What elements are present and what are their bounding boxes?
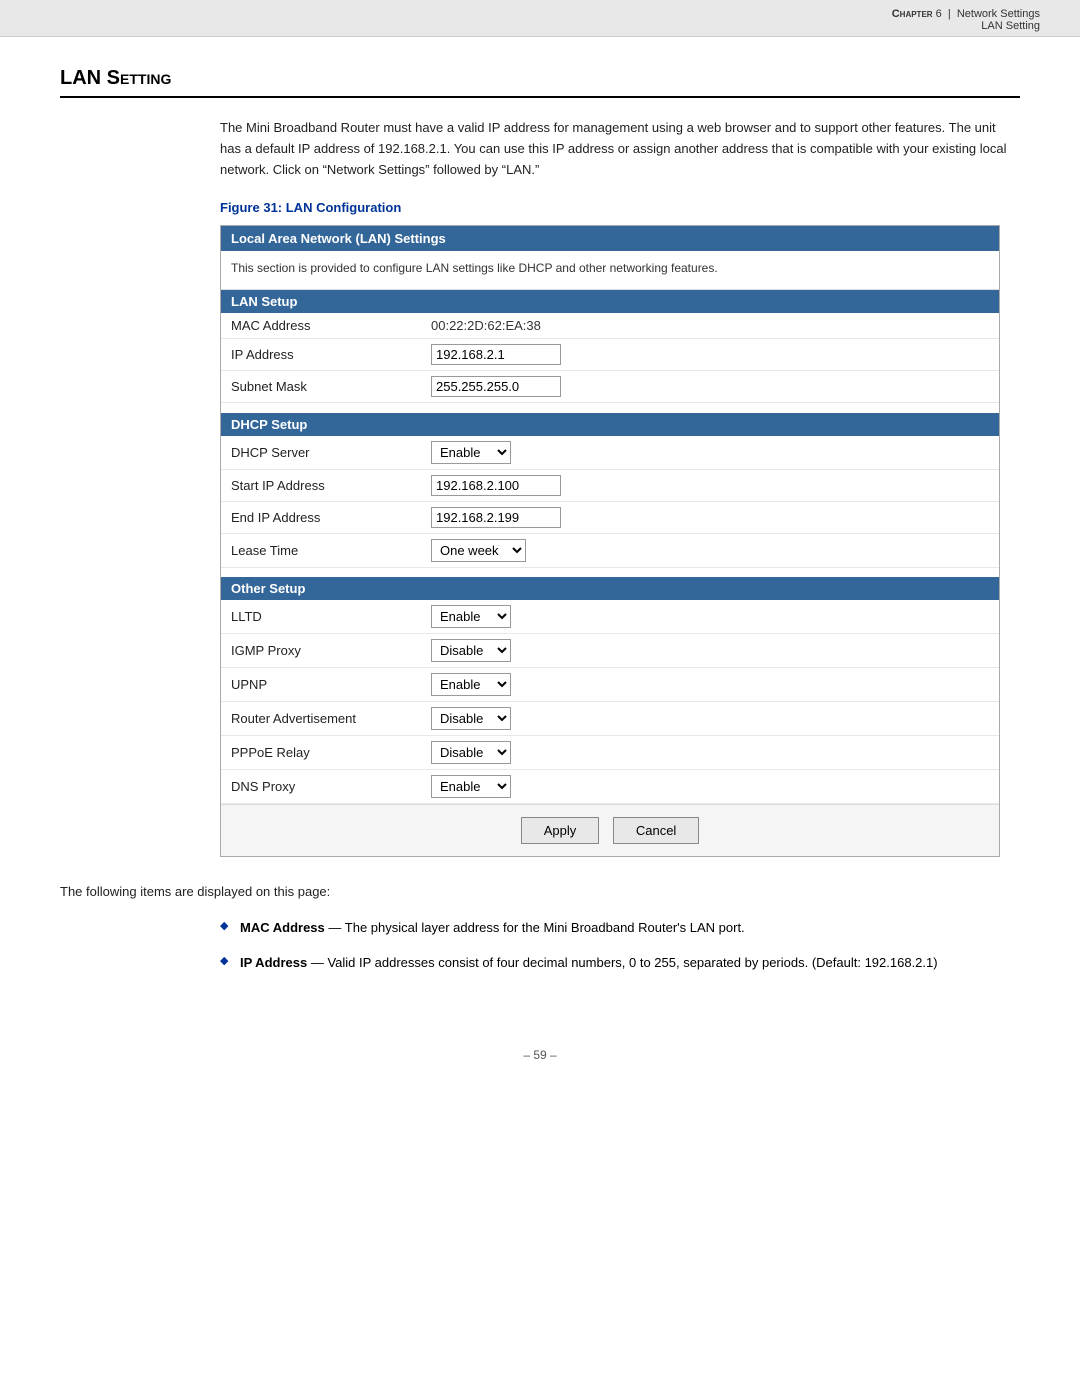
dns-select[interactable]: Enable Disable <box>431 775 511 798</box>
table-row: DHCP Server Enable Disable <box>221 436 999 470</box>
pppoe-label: PPPoE Relay <box>221 736 421 770</box>
table-row: IP Address <box>221 339 999 371</box>
spacer <box>221 403 999 413</box>
other-setup-header: Other Setup <box>221 577 999 600</box>
igmp-label: IGMP Proxy <box>221 634 421 668</box>
table-row: Start IP Address <box>221 469 999 501</box>
end-ip-label: End IP Address <box>221 501 421 533</box>
router-adv-label: Router Advertisement <box>221 702 421 736</box>
lan-description: This section is provided to configure LA… <box>221 251 999 290</box>
start-ip-cell <box>421 469 999 501</box>
bullet-term-mac: MAC Address <box>240 920 325 935</box>
router-adv-select[interactable]: Enable Disable <box>431 707 511 730</box>
igmp-select[interactable]: Enable Disable <box>431 639 511 662</box>
chapter-label: Chapter <box>892 8 933 20</box>
ip-value-cell <box>421 339 999 371</box>
router-adv-cell: Enable Disable <box>421 702 999 736</box>
bullet-desc-ip: — Valid IP addresses consist of four dec… <box>311 955 938 970</box>
list-item: MAC Address — The physical layer address… <box>220 918 1020 939</box>
dhcp-server-label: DHCP Server <box>221 436 421 470</box>
table-row: Lease Time One week One day One hour Two… <box>221 533 999 567</box>
upnp-select[interactable]: Enable Disable <box>431 673 511 696</box>
section-title: LAN Setting <box>60 67 1020 98</box>
ip-label: IP Address <box>221 339 421 371</box>
bullet-list: MAC Address — The physical layer address… <box>220 918 1020 974</box>
page-footer: – 59 – <box>0 1028 1080 1072</box>
lan-main-header: Local Area Network (LAN) Settings <box>221 226 999 251</box>
table-row: PPPoE Relay Enable Disable <box>221 736 999 770</box>
page-header: Chapter 6 | Network Settings LAN Setting <box>0 0 1080 37</box>
end-ip-input[interactable] <box>431 507 561 528</box>
subnet-mask-input[interactable] <box>431 376 561 397</box>
lease-time-cell: One week One day One hour Two weeks <box>421 533 999 567</box>
lease-time-label: Lease Time <box>221 533 421 567</box>
pppoe-cell: Enable Disable <box>421 736 999 770</box>
page-content: LAN Setting The Mini Broadband Router mu… <box>0 37 1080 1028</box>
table-row: DNS Proxy Enable Disable <box>221 770 999 804</box>
start-ip-label: Start IP Address <box>221 469 421 501</box>
chapter-line: Chapter 6 | Network Settings <box>40 8 1040 20</box>
lan-config-container: Local Area Network (LAN) Settings This s… <box>220 225 1000 857</box>
mac-value: 00:22:2D:62:EA:38 <box>421 313 999 339</box>
ip-address-input[interactable] <box>431 344 561 365</box>
dhcp-server-cell: Enable Disable <box>421 436 999 470</box>
mac-label: MAC Address <box>221 313 421 339</box>
spacer <box>221 567 999 577</box>
header-section: Network Settings <box>957 8 1040 20</box>
lease-time-select[interactable]: One week One day One hour Two weeks <box>431 539 526 562</box>
dns-cell: Enable Disable <box>421 770 999 804</box>
lltd-select[interactable]: Enable Disable <box>431 605 511 628</box>
lltd-label: LLTD <box>221 600 421 634</box>
table-row: UPNP Enable Disable <box>221 668 999 702</box>
table-row: Subnet Mask <box>221 371 999 403</box>
upnp-label: UPNP <box>221 668 421 702</box>
dhcp-server-select[interactable]: Enable Disable <box>431 441 511 464</box>
table-row: MAC Address 00:22:2D:62:EA:38 <box>221 313 999 339</box>
apply-button[interactable]: Apply <box>521 817 600 844</box>
dns-label: DNS Proxy <box>221 770 421 804</box>
lan-setup-header: LAN Setup <box>221 290 999 313</box>
subnet-value-cell <box>421 371 999 403</box>
table-row: IGMP Proxy Enable Disable <box>221 634 999 668</box>
intro-paragraph: The Mini Broadband Router must have a va… <box>220 118 1020 180</box>
list-item: IP Address — Valid IP addresses consist … <box>220 953 1020 974</box>
settings-table: LAN Setup MAC Address 00:22:2D:62:EA:38 … <box>221 290 999 804</box>
table-row: Router Advertisement Enable Disable <box>221 702 999 736</box>
dhcp-setup-header: DHCP Setup <box>221 413 999 436</box>
subnet-label: Subnet Mask <box>221 371 421 403</box>
cancel-button[interactable]: Cancel <box>613 817 699 844</box>
chapter-num: 6 <box>936 8 942 20</box>
igmp-cell: Enable Disable <box>421 634 999 668</box>
header-subsection: LAN Setting <box>40 20 1040 32</box>
lltd-cell: Enable Disable <box>421 600 999 634</box>
buttons-row: Apply Cancel <box>221 804 999 856</box>
table-row: End IP Address <box>221 501 999 533</box>
table-row: LLTD Enable Disable <box>221 600 999 634</box>
bullet-term-ip: IP Address <box>240 955 307 970</box>
end-ip-cell <box>421 501 999 533</box>
page-number: – 59 – <box>523 1048 556 1062</box>
start-ip-input[interactable] <box>431 475 561 496</box>
following-text: The following items are displayed on thi… <box>60 882 1020 903</box>
pppoe-select[interactable]: Enable Disable <box>431 741 511 764</box>
bullet-desc-mac: — The physical layer address for the Min… <box>328 920 744 935</box>
upnp-cell: Enable Disable <box>421 668 999 702</box>
figure-caption: Figure 31: LAN Configuration <box>220 200 1020 215</box>
